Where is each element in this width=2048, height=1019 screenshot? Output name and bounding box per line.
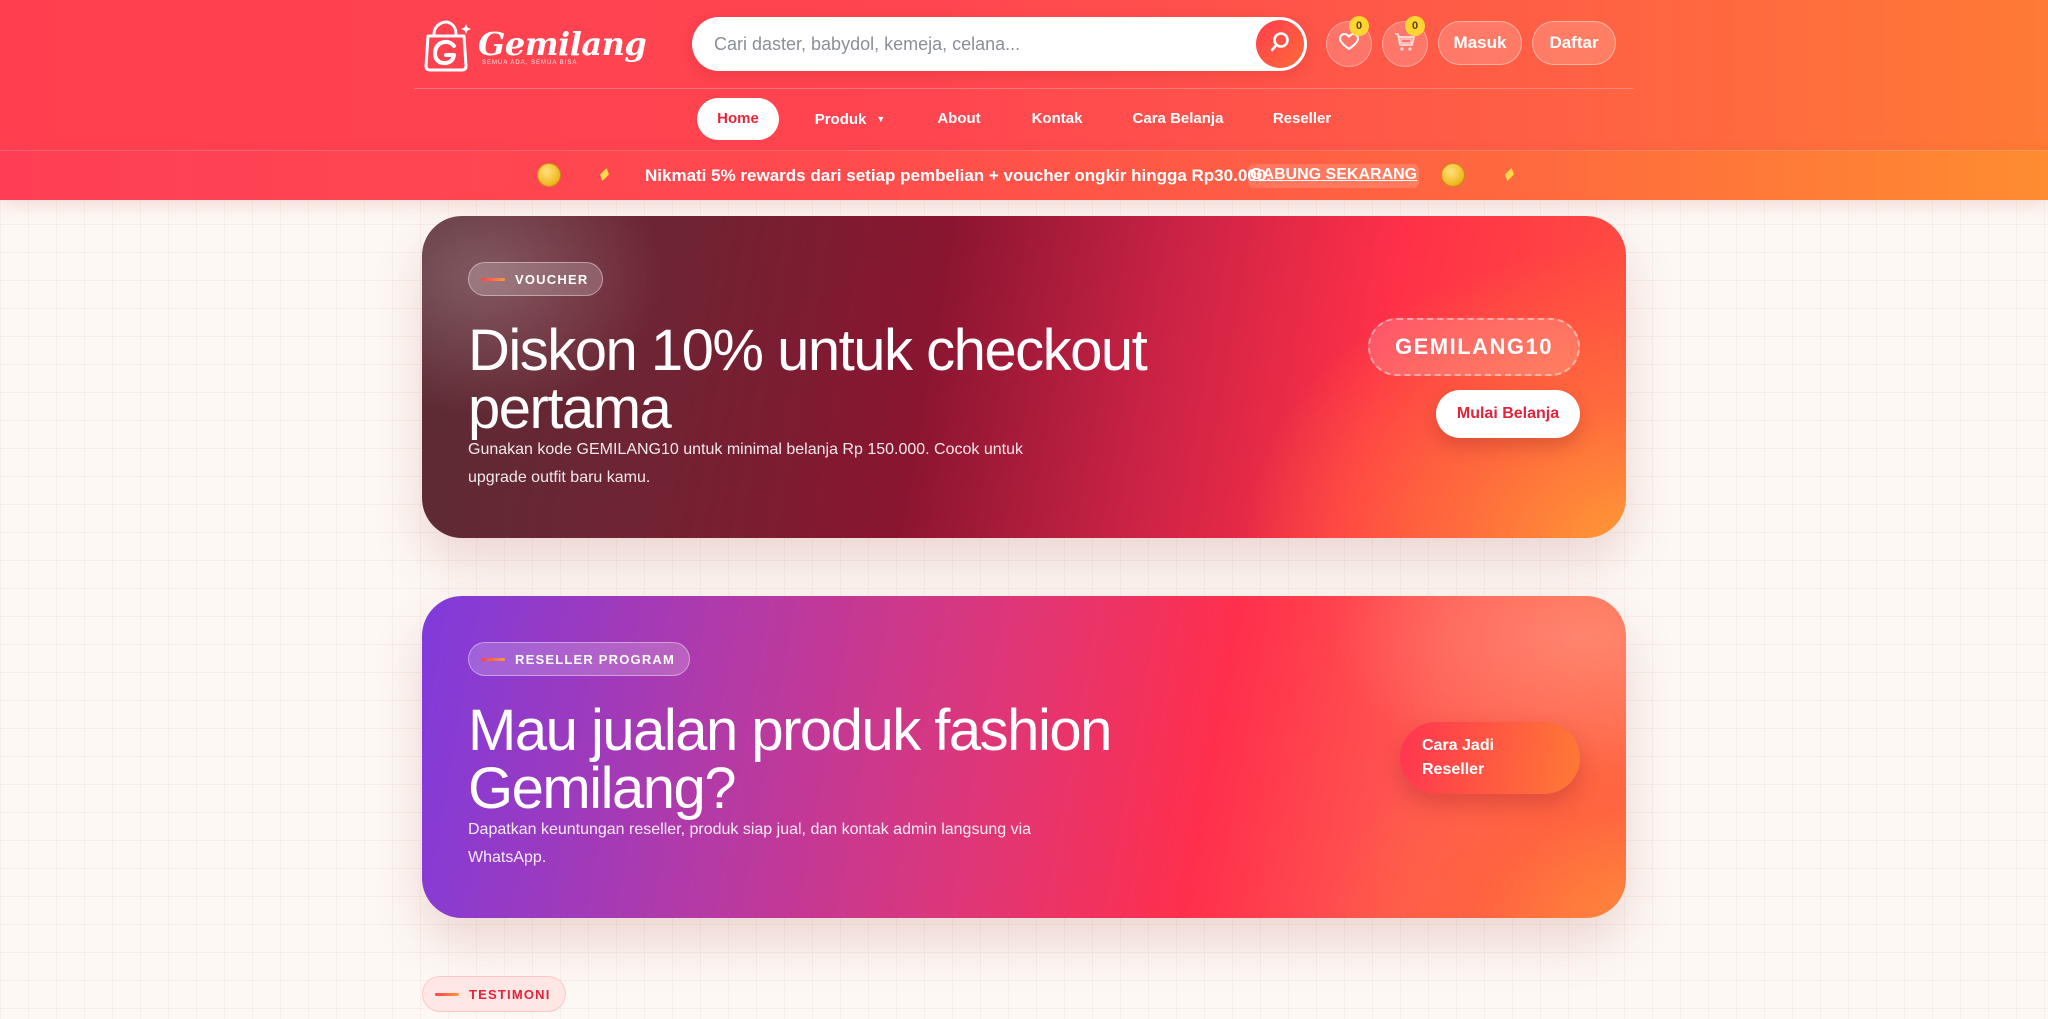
promo-strip: Nikmati 5% rewards dari setiap pembelian…	[0, 150, 2048, 200]
tag-accent-line	[481, 657, 505, 661]
nav-about[interactable]: About	[926, 98, 992, 140]
nav-home[interactable]: Home	[697, 98, 779, 140]
reseller-tag-label: RESELLER PROGRAM	[515, 651, 676, 667]
brand-name: Gemilang	[478, 25, 647, 63]
become-reseller-button[interactable]: Cara Jadi Reseller	[1400, 722, 1580, 794]
search-bar	[692, 17, 1307, 71]
nav-cara-belanja[interactable]: Cara Belanja	[1124, 98, 1232, 140]
register-button[interactable]: Daftar	[1532, 21, 1616, 65]
nav-reseller[interactable]: Reseller	[1264, 98, 1340, 140]
voucher-code[interactable]: GEMILANG10	[1368, 318, 1580, 376]
testimoni-tag: TESTIMONI	[422, 976, 566, 1012]
spark-icon	[598, 168, 611, 181]
nav-about-label: About	[937, 110, 981, 127]
coin-icon	[537, 163, 561, 187]
header-divider	[414, 88, 1634, 89]
brand-tagline: SEMUA ADA, SEMUA BISA	[482, 60, 578, 66]
nav-reseller-label: Reseller	[1272, 110, 1332, 127]
wishlist-button[interactable]: 0	[1326, 16, 1372, 67]
search-icon	[1269, 31, 1291, 58]
search-input[interactable]	[714, 17, 1234, 71]
tag-accent-line	[435, 992, 459, 996]
voucher-banner: VOUCHER Diskon 10% untuk checkout pertam…	[422, 216, 1626, 538]
spark-icon	[1503, 168, 1516, 181]
site-header: Gemilang SEMUA ADA, SEMUA BISA 0	[0, 0, 2048, 150]
voucher-tag-label: VOUCHER	[515, 271, 589, 287]
nav-kontak-label: Kontak	[1031, 110, 1083, 127]
nav-produk[interactable]: Produk ▼	[800, 98, 900, 140]
brand-logo[interactable]: Gemilang SEMUA ADA, SEMUA BISA	[420, 14, 647, 74]
reseller-title: Mau jualan produk fashion Gemilang?	[468, 698, 1112, 821]
caret-down-icon: ▼	[876, 114, 886, 124]
nav-home-label: Home	[717, 110, 759, 127]
nav-kontak[interactable]: Kontak	[1022, 98, 1092, 140]
shopping-bag-logo-icon	[420, 18, 472, 72]
reseller-tag: RESELLER PROGRAM	[468, 642, 691, 676]
join-now-link[interactable]: GABUNG SEKARANG	[1248, 164, 1420, 188]
search-button[interactable]	[1256, 20, 1304, 68]
cart-count-badge: 0	[1405, 16, 1425, 36]
voucher-tag: VOUCHER	[468, 262, 604, 296]
start-shopping-button[interactable]: Mulai Belanja	[1436, 390, 1580, 438]
heart-icon	[1339, 32, 1359, 56]
nav-produk-label: Produk	[814, 111, 867, 128]
reseller-banner: RESELLER PROGRAM Mau jualan produk fashi…	[422, 596, 1626, 918]
reseller-description: Dapatkan keuntungan reseller, produk sia…	[468, 821, 1032, 866]
main-nav: Home Produk ▼ About Kontak Cara Belanja R…	[0, 98, 2048, 140]
tag-accent-line	[481, 277, 505, 281]
cart-button[interactable]: 0	[1382, 16, 1428, 67]
coin-icon	[1441, 163, 1465, 187]
voucher-description: Gunakan kode GEMILANG10 untuk minimal be…	[468, 441, 1023, 486]
voucher-title: Diskon 10% untuk checkout pertama	[468, 318, 1148, 441]
login-button[interactable]: Masuk	[1438, 21, 1522, 65]
promo-text: Nikmati 5% rewards dari setiap pembelian…	[645, 166, 1271, 185]
nav-cara-belanja-label: Cara Belanja	[1132, 110, 1224, 127]
testimoni-tag-label: TESTIMONI	[469, 986, 551, 1002]
wishlist-count-badge: 0	[1349, 16, 1369, 36]
